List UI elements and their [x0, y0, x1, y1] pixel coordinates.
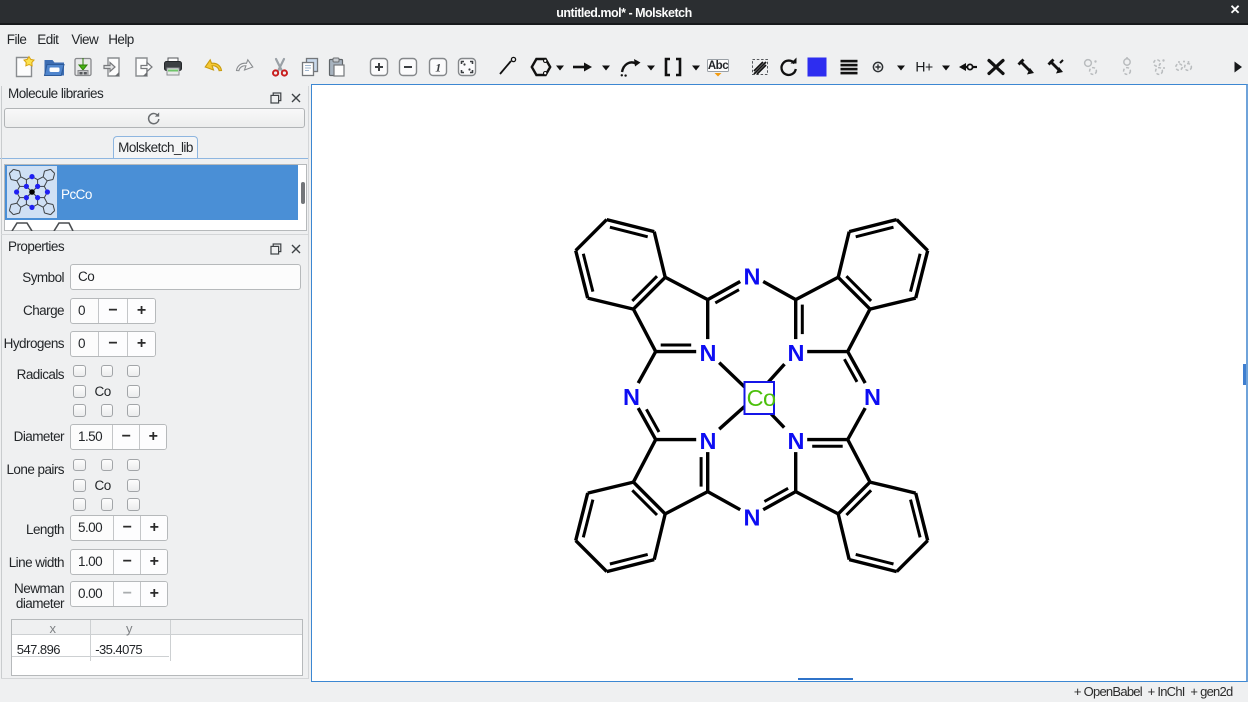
svg-text:N: N: [787, 428, 803, 454]
svg-text:N: N: [787, 340, 803, 366]
svg-text:N: N: [623, 384, 639, 410]
svg-text:N: N: [699, 340, 715, 366]
svg-text:N: N: [743, 263, 759, 289]
svg-text:N: N: [743, 504, 759, 530]
svg-text:Co: Co: [747, 385, 776, 411]
svg-text:N: N: [864, 384, 880, 410]
svg-text:N: N: [699, 428, 715, 454]
